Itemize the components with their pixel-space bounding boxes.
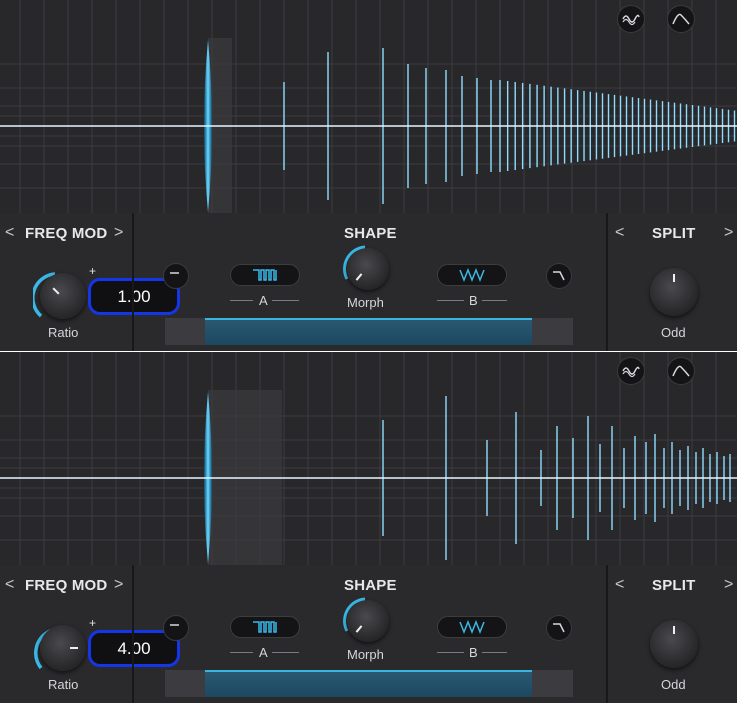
shape-a-label: A <box>259 645 268 660</box>
ratio-knob[interactable] <box>40 625 86 671</box>
plus-mark: + <box>89 616 97 630</box>
morph-knob[interactable] <box>347 248 389 290</box>
ramp-up-icon <box>170 624 179 626</box>
lowpass-icon <box>553 623 565 633</box>
plus-mark: + <box>89 264 97 278</box>
freq-mod-title: FREQ MOD <box>25 225 108 242</box>
freq-mod-prev-arrow[interactable]: < <box>5 577 14 593</box>
morph-knob[interactable] <box>347 600 389 642</box>
ratio-knob[interactable] <box>40 273 86 319</box>
split-next-arrow[interactable]: > <box>724 225 733 241</box>
freq-mod-prev-arrow[interactable]: < <box>5 225 14 241</box>
split-title: SPLIT <box>652 577 696 594</box>
shape-b-label: B <box>469 293 478 308</box>
split-title: SPLIT <box>652 225 696 242</box>
split-next-arrow[interactable]: > <box>724 577 733 593</box>
morph-slider-fill <box>205 670 532 697</box>
morph-slider[interactable] <box>165 670 573 697</box>
envelope-button[interactable] <box>667 357 695 385</box>
odd-knob[interactable] <box>650 268 698 316</box>
controls-bar: < FREQ MOD > + Ratio 4.00 SHAPE A Morph … <box>0 565 737 703</box>
section-divider <box>606 565 608 703</box>
morph-label: Morph <box>347 647 384 662</box>
lowpass-button[interactable] <box>546 263 572 289</box>
section-divider <box>132 213 134 351</box>
odd-label: Odd <box>661 677 686 692</box>
spectrum-display <box>0 352 737 565</box>
section-divider <box>132 565 134 703</box>
shape-a-label: A <box>259 293 268 308</box>
split-prev-arrow[interactable]: < <box>615 577 624 593</box>
odd-knob[interactable] <box>650 620 698 668</box>
envelope-curve-icon <box>672 365 690 377</box>
sine-wave-button[interactable] <box>617 357 645 385</box>
freq-mod-next-arrow[interactable]: > <box>114 577 123 593</box>
saw-wave-icon <box>459 620 485 634</box>
controls-bar: < FREQ MOD > + Ratio 1.00 SHAPE A Morph … <box>0 213 737 351</box>
envelope-curve-icon <box>672 13 690 25</box>
morph-label: Morph <box>347 295 384 310</box>
ramp-up-icon <box>170 272 179 274</box>
ratio-label: Ratio <box>48 325 79 340</box>
morph-slider[interactable] <box>165 318 573 345</box>
shape-a-button[interactable] <box>230 264 300 286</box>
shape-title: SHAPE <box>344 577 397 594</box>
plugin-panel-1: < FREQ MOD > + Ratio 1.00 SHAPE A Morph … <box>0 0 737 351</box>
section-divider <box>606 213 608 351</box>
lowpass-icon <box>553 271 565 281</box>
sine-wave-icon <box>622 14 640 26</box>
ratio-value: 4.00 <box>117 639 151 658</box>
ratio-label: Ratio <box>48 677 79 692</box>
spectrum-display <box>0 0 737 213</box>
square-wave-icon <box>253 269 277 281</box>
sine-wave-icon <box>622 366 640 378</box>
odd-label: Odd <box>661 325 686 340</box>
freq-mod-title: FREQ MOD <box>25 577 108 594</box>
shape-b-button[interactable] <box>437 616 507 638</box>
split-prev-arrow[interactable]: < <box>615 225 624 241</box>
shape-a-button[interactable] <box>230 616 300 638</box>
ratio-value: 1.00 <box>117 287 151 306</box>
morph-slider-fill <box>205 318 532 345</box>
envelope-button[interactable] <box>667 5 695 33</box>
lowpass-button[interactable] <box>546 615 572 641</box>
shape-b-button[interactable] <box>437 264 507 286</box>
sine-wave-button[interactable] <box>617 5 645 33</box>
shape-title: SHAPE <box>344 225 397 242</box>
ramp-button[interactable] <box>163 615 189 641</box>
freq-mod-next-arrow[interactable]: > <box>114 225 123 241</box>
square-wave-icon <box>253 621 277 633</box>
plugin-panel-2: < FREQ MOD > + Ratio 4.00 SHAPE A Morph … <box>0 352 737 703</box>
shape-b-label: B <box>469 645 478 660</box>
saw-wave-icon <box>459 268 485 282</box>
ramp-button[interactable] <box>163 263 189 289</box>
